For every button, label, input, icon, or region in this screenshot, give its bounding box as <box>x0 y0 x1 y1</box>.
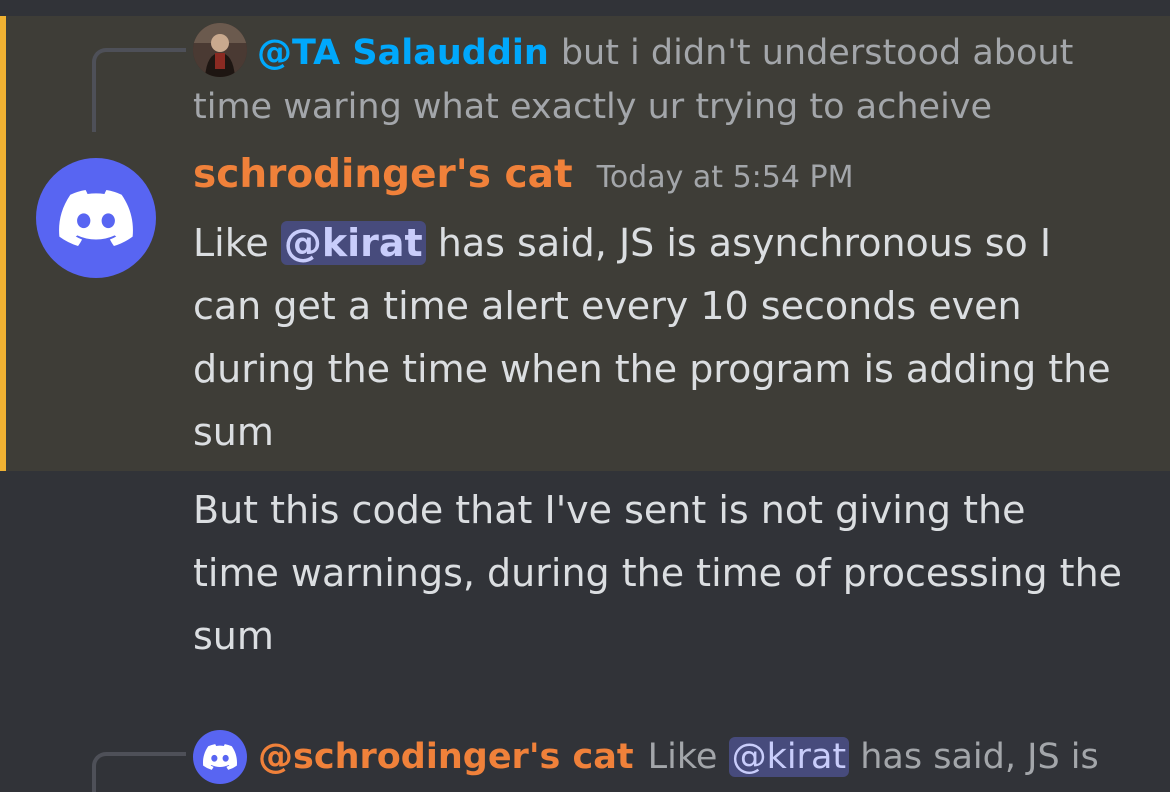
reply-connector-line <box>92 48 186 132</box>
message-content: Like @kirat has said, JS is asynchronous… <box>193 212 1123 464</box>
next-reply-author-name[interactable]: @schrodinger's cat <box>258 737 634 777</box>
discord-logo-icon <box>59 190 133 246</box>
next-reply-mention[interactable]: @kirat <box>728 737 850 777</box>
reply-author-name[interactable]: @TA Salauddin <box>257 33 549 73</box>
discord-logo-icon <box>203 744 237 770</box>
message-author-avatar[interactable] <box>36 158 156 278</box>
next-reply-text-after: has said, JS is <box>849 737 1099 777</box>
reply-connector-line-next <box>92 752 186 792</box>
reply-preview[interactable]: @TA Salauddin but i didn't understood abo… <box>193 26 1133 134</box>
mention-highlight-bar <box>0 16 6 471</box>
next-reply-text-before: Like <box>647 737 729 777</box>
followup-message-content: But this code that I've sent is not givi… <box>193 488 1123 658</box>
message-text-before-mention: Like <box>193 221 281 265</box>
message-author-name[interactable]: schrodinger's cat <box>193 152 573 197</box>
next-reply-preview[interactable]: @schrodinger's cat Like @kirat has said, … <box>258 730 1099 784</box>
user-mention[interactable]: @kirat <box>280 221 426 265</box>
message-timestamp[interactable]: Today at 5:54 PM <box>597 160 854 195</box>
next-reply-author-avatar[interactable] <box>193 730 247 784</box>
message-header: schrodinger's cat Today at 5:54 PM <box>193 152 853 197</box>
